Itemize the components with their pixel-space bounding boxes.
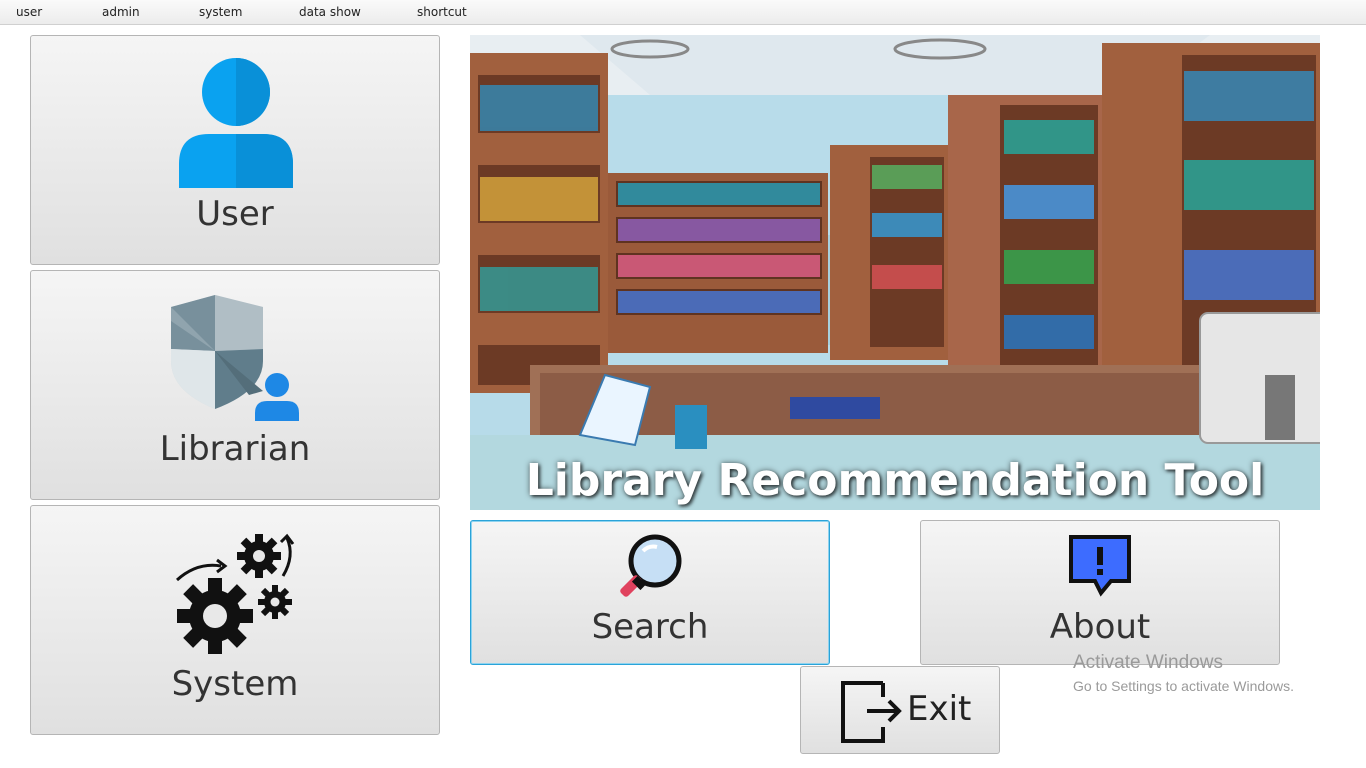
menu-bar: user admin system data show shortcut xyxy=(0,0,1366,25)
librarian-button[interactable]: Librarian xyxy=(30,270,440,500)
about-button[interactable]: About xyxy=(920,520,1280,665)
info-bubble-icon xyxy=(1069,535,1131,597)
librarian-shield-icon xyxy=(171,295,299,421)
exit-button-label: Exit xyxy=(907,689,972,729)
user-button-label: User xyxy=(196,194,274,234)
system-button[interactable]: System xyxy=(30,505,440,735)
watermark-title: Activate Windows xyxy=(1073,652,1223,673)
librarian-button-label: Librarian xyxy=(159,429,311,469)
menu-user[interactable]: user xyxy=(16,5,42,19)
user-button[interactable]: User xyxy=(30,35,440,265)
menu-system[interactable]: system xyxy=(199,5,242,19)
menu-shortcut[interactable]: shortcut xyxy=(417,5,467,19)
user-icon xyxy=(179,58,293,188)
activation-watermark: Activate Windows Go to Settings to activ… xyxy=(1073,652,1294,694)
library-illustration xyxy=(470,35,1320,510)
exit-door-icon xyxy=(841,681,902,743)
library-banner: Library Recommendation Tool xyxy=(470,35,1320,510)
exit-button[interactable]: Exit xyxy=(800,666,1000,754)
search-button-label: Search xyxy=(591,607,709,647)
watermark-subtitle: Go to Settings to activate Windows. xyxy=(1073,678,1294,694)
menu-data-show[interactable]: data show xyxy=(299,5,361,19)
search-button[interactable]: Search xyxy=(470,520,830,665)
banner-title: Library Recommendation Tool xyxy=(525,455,1265,506)
about-button-label: About xyxy=(1049,607,1151,647)
system-button-label: System xyxy=(171,664,299,704)
gears-icon xyxy=(175,533,295,654)
magnifier-icon xyxy=(620,534,682,597)
menu-admin[interactable]: admin xyxy=(102,5,140,19)
